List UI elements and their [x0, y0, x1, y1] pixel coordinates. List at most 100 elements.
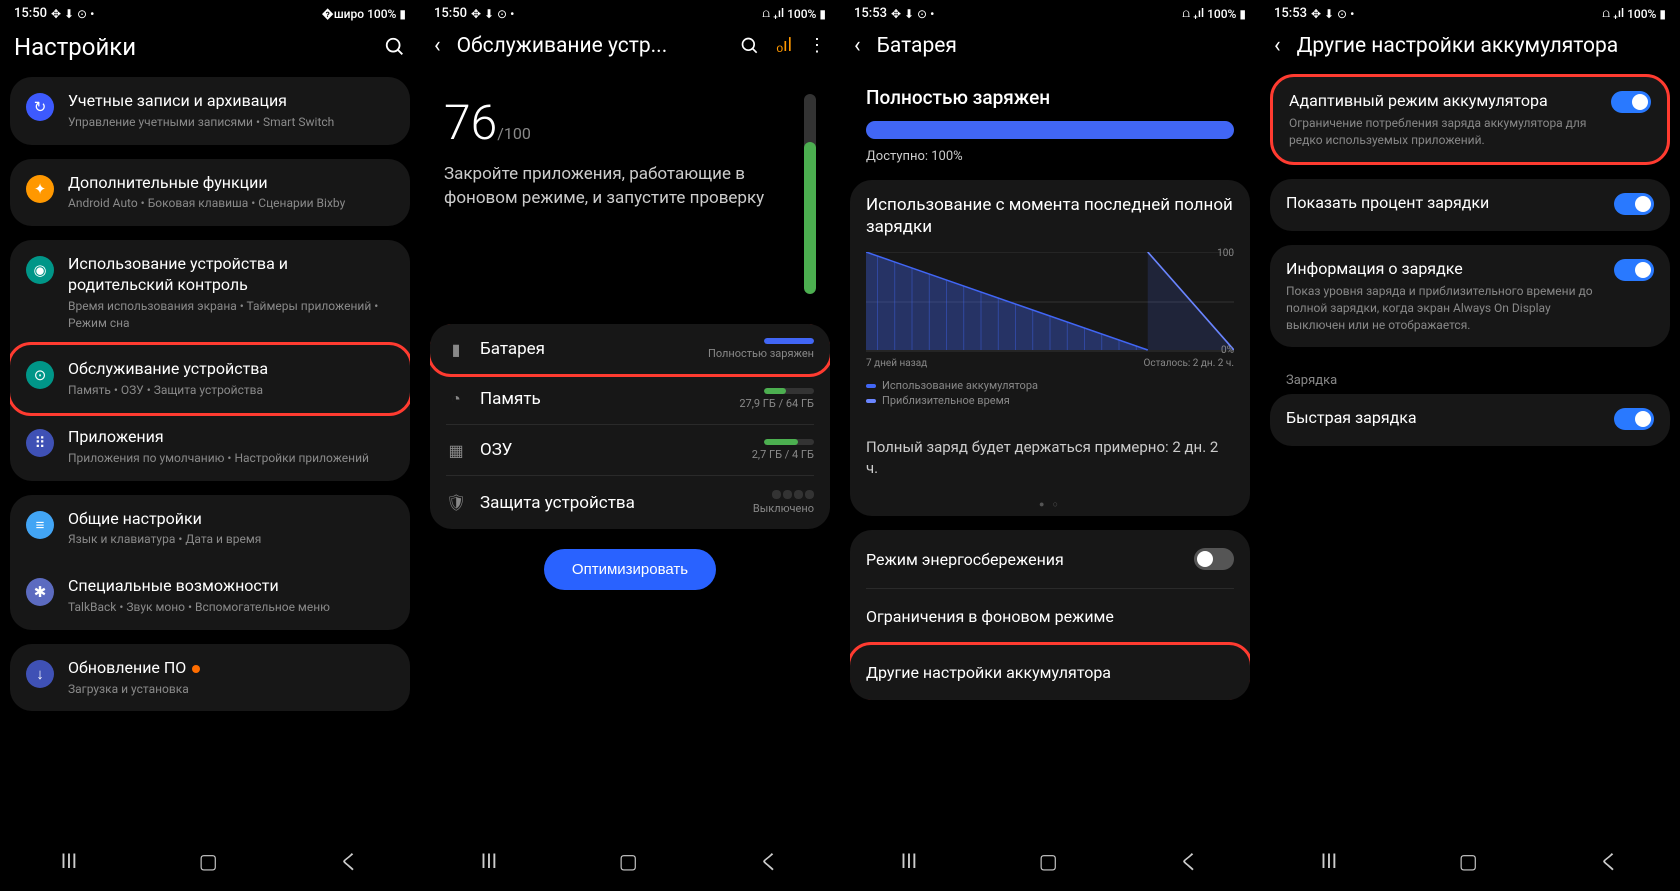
nav-bar: III ▢ く [840, 830, 1260, 891]
item-icon: ≡ [26, 511, 54, 539]
page-title: Батарея [877, 34, 1246, 58]
settings-item[interactable]: ≡ Общие настройки Язык и клавиатура • Да… [10, 495, 410, 563]
item-icon: ⊙ [26, 361, 54, 389]
more-icon[interactable]: ⋮ [808, 35, 826, 56]
item-subtitle: Время использования экрана • Таймеры при… [68, 298, 394, 332]
device-care-item[interactable]: ▮ Батарея Полностью заряжен [430, 324, 830, 374]
chart-icon[interactable]: ₒıl [776, 35, 792, 56]
usage-title: Использование с момента последней полной… [866, 194, 1234, 238]
battery-estimate: Полный заряд будет держаться примерно: 2… [850, 423, 1250, 493]
screen-settings: 15:50 ✥ ⬇ ⊙ • �широ100%▮ Настройки ↻ Уче… [0, 0, 420, 891]
battery-option[interactable]: Другие настройки аккумулятора [850, 645, 1250, 700]
fast-charging-toggle[interactable] [1614, 408, 1654, 430]
nav-bar: III ▢ く [420, 830, 840, 891]
option-title: Режим энергосбережения [866, 550, 1194, 569]
battery-setting-item[interactable]: Показать процент зарядки [1270, 179, 1670, 231]
usage-chart: 100 0% [866, 252, 1234, 352]
settings-item[interactable]: ✦ Дополнительные функции Android Auto • … [10, 159, 410, 227]
setting-subtitle: Показ уровня заряда и приблизительного в… [1286, 283, 1602, 333]
nav-back[interactable]: く [309, 842, 389, 879]
status-icons: ✥ ⬇ ⊙ • [1311, 7, 1354, 21]
settings-group: ◉ Использование устройства и родительски… [10, 240, 410, 480]
status-bar: 15:53 ✥ ⬇ ⊙ • ⩍ ₊ıl100%▮ [1260, 0, 1680, 23]
settings-item[interactable]: ◉ Использование устройства и родительски… [10, 240, 410, 345]
chart-y-100: 100 [1217, 248, 1234, 259]
back-button[interactable]: ‹ [434, 33, 441, 58]
optimize-button[interactable]: Оптимизировать [544, 549, 716, 590]
status-battery: 100% [1627, 7, 1656, 21]
nav-home[interactable]: ▢ [1009, 845, 1088, 877]
nav-recents[interactable]: III [1291, 845, 1367, 877]
chart-x-right: Осталось: 2 дн. 2 ч. [1143, 358, 1234, 369]
screen-more-battery: 15:53 ✥ ⬇ ⊙ • ⩍ ₊ıl100%▮ ‹ Другие настро… [1260, 0, 1680, 891]
battery-status: Полностью заряжен Доступно: 100% [850, 74, 1250, 180]
battery-setting-card: Информация о зарядкеПоказ уровня заряда … [1270, 245, 1670, 347]
section-charging: Зарядка [1270, 361, 1670, 394]
settings-group: ✦ Дополнительные функции Android Auto • … [10, 159, 410, 227]
setting-toggle[interactable] [1614, 259, 1654, 281]
item-title: Использование устройства и родительский … [68, 254, 394, 296]
usage-card[interactable]: Использование с момента последней полной… [850, 180, 1250, 516]
pager-dots: ● ○ [850, 493, 1250, 516]
nav-back[interactable]: く [1149, 842, 1229, 879]
option-toggle[interactable] [1194, 548, 1234, 570]
setting-toggle[interactable] [1611, 91, 1651, 113]
settings-item[interactable]: ✱ Специальные возможности TalkBack • Зву… [10, 562, 410, 630]
item-subtitle: Управление учетными записями • Smart Swi… [68, 114, 394, 131]
status-time: 15:53 [854, 6, 887, 21]
battery-setting-item[interactable]: Информация о зарядкеПоказ уровня заряда … [1270, 245, 1670, 347]
wifi-icon: ⩍ ₊ıl [1182, 6, 1204, 21]
update-badge [192, 665, 200, 673]
chart-y-0: 0% [1221, 345, 1234, 356]
chart-x-left: 7 дней назад [866, 358, 927, 369]
battery-option[interactable]: Ограничения в фоновом режиме [850, 589, 1250, 644]
item-icon: ⠿ [26, 429, 54, 457]
battery-setting-card: Адаптивный режим аккумулятораОграничение… [1270, 74, 1670, 165]
nav-home[interactable]: ▢ [1429, 845, 1508, 877]
item-icon: ◉ [26, 256, 54, 284]
settings-item[interactable]: ↓ Обновление ПО Загрузка и установка [10, 644, 410, 712]
search-icon[interactable] [740, 36, 760, 56]
nav-back[interactable]: く [1569, 842, 1649, 879]
device-care-item[interactable]: ◔ Память 27,9 ГБ / 64 ГБ [430, 374, 830, 424]
status-time: 15:50 [434, 6, 467, 21]
status-icons: ✥ ⬇ ⊙ • [471, 7, 514, 21]
setting-title: Адаптивный режим аккумулятора [1289, 91, 1599, 112]
item-status: 2,7 ГБ / 4 ГБ [752, 448, 814, 461]
legend-dot-usage [866, 384, 876, 388]
item-icon: ▦ [446, 441, 466, 460]
battery-setting-card: Показать процент зарядки [1270, 179, 1670, 231]
settings-item[interactable]: ⠿ Приложения Приложения по умолчанию • Н… [10, 413, 410, 481]
status-icons: ✥ ⬇ ⊙ • [891, 7, 934, 21]
back-button[interactable]: ‹ [1274, 33, 1281, 58]
battery-setting-item[interactable]: Адаптивный режим аккумулятораОграничение… [1273, 77, 1667, 162]
chart-legend: Использование аккумулятора Приблизительн… [866, 379, 1234, 407]
nav-recents[interactable]: III [871, 845, 947, 877]
nav-home[interactable]: ▢ [589, 845, 668, 877]
fast-charging-label: Быстрая зарядка [1286, 408, 1602, 429]
nav-home[interactable]: ▢ [169, 845, 248, 877]
item-status: Выключено [753, 502, 814, 515]
nav-recents[interactable]: III [31, 845, 107, 877]
setting-title: Показать процент зарядки [1286, 193, 1602, 214]
battery-option[interactable]: Режим энергосбережения [850, 530, 1250, 588]
settings-item[interactable]: ↻ Учетные записи и архивация Управление … [10, 77, 410, 145]
item-icon: ↓ [26, 660, 54, 688]
security-dots [753, 490, 814, 499]
legend-dot-estimate [866, 399, 876, 403]
back-button[interactable]: ‹ [854, 33, 861, 58]
device-care-item[interactable]: 🛡 Защита устройства Выключено [430, 476, 830, 529]
nav-recents[interactable]: III [451, 845, 527, 877]
header: ‹ Другие настройки аккумулятора [1260, 23, 1680, 74]
battery-available: Доступно: 100% [866, 149, 1234, 164]
setting-toggle[interactable] [1614, 193, 1654, 215]
fast-charging-card: Быстрая зарядка [1270, 394, 1670, 446]
settings-item[interactable]: ⊙ Обслуживание устройства Память • ОЗУ •… [10, 345, 410, 413]
fast-charging-item[interactable]: Быстрая зарядка [1270, 394, 1670, 446]
search-icon[interactable] [384, 36, 406, 58]
item-subtitle: Android Auto • Боковая клавиша • Сценари… [68, 195, 394, 212]
score-value: 76 [444, 94, 497, 151]
device-care-item[interactable]: ▦ ОЗУ 2,7 ГБ / 4 ГБ [430, 425, 830, 475]
nav-back[interactable]: く [729, 842, 809, 879]
nav-bar: III ▢ く [1260, 830, 1680, 891]
